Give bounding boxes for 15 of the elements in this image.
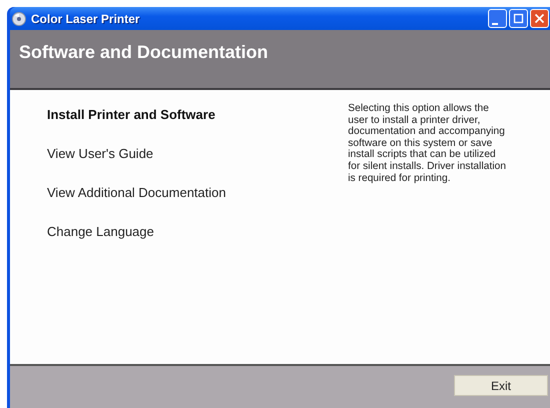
exit-button[interactable]: Exit <box>454 375 548 396</box>
close-button[interactable] <box>530 9 549 28</box>
maximize-button[interactable] <box>509 9 528 28</box>
window-title: Color Laser Printer <box>31 12 141 26</box>
disc-icon <box>12 12 26 26</box>
close-icon <box>532 11 547 26</box>
menu-item[interactable]: View Additional Documentation <box>47 185 226 200</box>
header-title: Software and Documentation <box>19 42 268 62</box>
maximize-icon <box>511 11 526 26</box>
minimize-icon <box>492 23 498 25</box>
description-text: Selecting this option allows the user to install a printer driver, documentation and accompanying software on this system or save install scripts that can be utilized for silent installs. Driver installation is required for printing. <box>348 103 507 186</box>
menu-item[interactable]: Change Language <box>47 224 154 239</box>
minimize-button[interactable] <box>488 9 507 28</box>
menu-item[interactable]: View User's Guide <box>47 146 154 161</box>
menu-item[interactable]: Install Printer and Software <box>47 107 216 122</box>
